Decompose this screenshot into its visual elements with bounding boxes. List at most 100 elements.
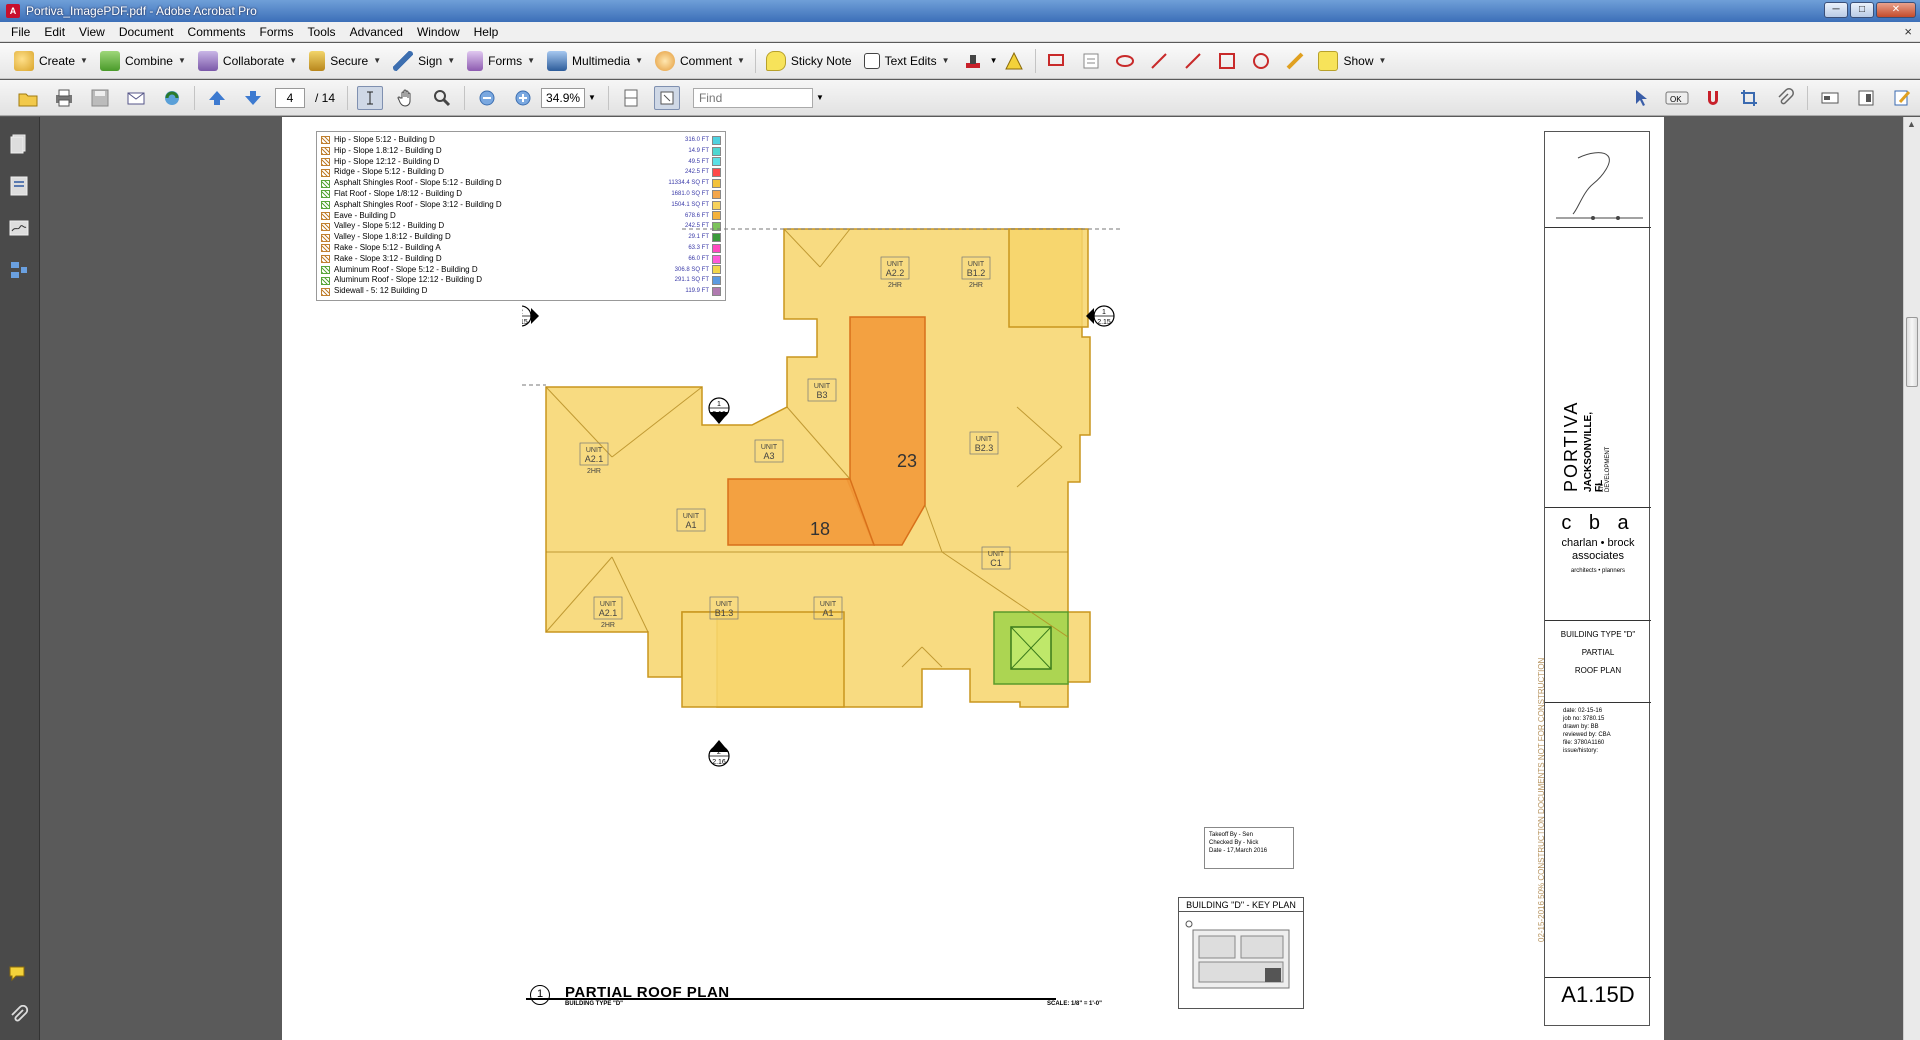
chevron-down-icon[interactable]: ▼: [990, 56, 998, 65]
legend-row: Hip - Slope 1.8:12 - Building D 14.9 FT: [321, 146, 721, 157]
measurement-icon: [321, 255, 330, 264]
menu-tools[interactable]: Tools: [301, 22, 343, 42]
open-folder-icon[interactable]: [15, 86, 41, 110]
document-area[interactable]: Hip - Slope 5:12 - Building D 316.0 FT Hip…: [40, 117, 1920, 1040]
menu-advanced[interactable]: Advanced: [343, 22, 410, 42]
page-tools-icon[interactable]: [1853, 86, 1879, 110]
hand-icon[interactable]: [393, 86, 419, 110]
select-arrow-icon[interactable]: [1628, 86, 1654, 110]
close-button[interactable]: ✕: [1876, 2, 1916, 18]
signatures-icon[interactable]: [8, 217, 30, 239]
sticky-note-button[interactable]: Sticky Note: [760, 47, 858, 75]
collaborate-button[interactable]: Collaborate ▼: [192, 47, 303, 75]
zoom-out-icon[interactable]: [474, 86, 500, 110]
multimedia-button[interactable]: Multimedia ▼: [541, 47, 649, 75]
select-text-icon[interactable]: [357, 85, 384, 110]
find-input[interactable]: Find: [692, 87, 813, 108]
rectangle-icon[interactable]: [1216, 50, 1238, 72]
comment-label: Comment: [679, 53, 732, 68]
magnet-icon[interactable]: [1700, 86, 1726, 110]
crop-icon[interactable]: [1736, 86, 1762, 110]
menu-file[interactable]: File: [4, 22, 37, 42]
zoom-in-icon[interactable]: [510, 86, 536, 110]
issue-history: issue/history:: [1563, 748, 1599, 754]
create-button[interactable]: Create ▼: [8, 47, 94, 75]
section-marker: 12.16: [708, 397, 730, 424]
comments-panel-icon[interactable]: [8, 963, 30, 985]
firm-tagline: architects • planners: [1570, 568, 1626, 574]
menu-view[interactable]: View: [72, 22, 112, 42]
menu-forms[interactable]: Forms: [253, 22, 301, 42]
menu-edit[interactable]: Edit: [37, 22, 72, 42]
combine-button[interactable]: Combine ▼: [94, 47, 192, 75]
page-number-input[interactable]: 4: [275, 87, 305, 108]
sticky-note-icon: [765, 50, 786, 71]
sign-button[interactable]: Sign ▼: [387, 47, 461, 75]
secure-button[interactable]: Secure ▼: [303, 47, 387, 75]
zoom-input[interactable]: 34.9%: [541, 87, 586, 108]
close-document-button[interactable]: ×: [1904, 24, 1912, 39]
oval-icon[interactable]: [1250, 50, 1272, 72]
measurement-icon: [321, 211, 330, 220]
comment-button[interactable]: Comment ▼: [649, 47, 751, 75]
section-marker-arrow: [531, 308, 539, 324]
bookmarks-icon[interactable]: [8, 175, 30, 197]
text-edits-button[interactable]: Text Edits ▼: [858, 47, 956, 75]
measurement-icon: [321, 157, 330, 166]
menu-comments[interactable]: Comments: [181, 22, 253, 42]
title-bar: A Portiva_ImagePDF.pdf - Adobe Acrobat P…: [0, 0, 1920, 22]
email-icon[interactable]: [123, 86, 149, 110]
stamp-icon[interactable]: [962, 50, 984, 72]
project-developer: LIV DEVELOPMENT: [1599, 446, 1611, 492]
form-field-icon[interactable]: [1817, 86, 1843, 110]
layers-icon[interactable]: [8, 259, 30, 281]
vertical-scrollbar[interactable]: ▲: [1903, 117, 1920, 1040]
chevron-down-icon: ▼: [289, 56, 298, 65]
attachments-icon[interactable]: [8, 1005, 30, 1027]
print-icon[interactable]: [51, 86, 77, 110]
text-callout-icon[interactable]: [1003, 50, 1025, 72]
cloud-icon[interactable]: [1114, 50, 1136, 72]
legend-value: 316.0 FT: [684, 137, 709, 143]
measurement-icon: [321, 147, 330, 156]
arrow-icon[interactable]: [1148, 50, 1170, 72]
zoom-dropdown-icon[interactable]: ▼: [588, 93, 596, 102]
show-button[interactable]: Show ▼: [1312, 47, 1392, 75]
menu-help[interactable]: Help: [467, 22, 506, 42]
measurement-icon: [321, 190, 330, 199]
share-icon[interactable]: [159, 86, 185, 110]
north-arrow-icon: [1556, 152, 1643, 220]
unit-id: B2.3: [975, 443, 994, 453]
menu-window[interactable]: Window: [410, 22, 467, 42]
edit-document-icon[interactable]: [1889, 86, 1915, 110]
maximize-button[interactable]: □: [1850, 2, 1874, 18]
file-name: file: 3780A1160: [1563, 740, 1605, 746]
attach-icon[interactable]: [1772, 86, 1798, 110]
menu-document[interactable]: Document: [112, 22, 181, 42]
find-dropdown-icon[interactable]: ▼: [816, 93, 824, 102]
next-page-icon[interactable]: [240, 86, 266, 110]
text-box-icon[interactable]: [1080, 50, 1102, 72]
pdf-page[interactable]: Hip - Slope 5:12 - Building D 316.0 FT Hip…: [282, 117, 1664, 1040]
combine-label: Combine: [124, 53, 173, 68]
marquee-zoom-icon[interactable]: [429, 86, 455, 110]
forms-button[interactable]: Forms ▼: [461, 47, 541, 75]
pencil-icon[interactable]: [1284, 50, 1306, 72]
highlight-icon[interactable]: [1046, 50, 1068, 72]
scrollbar-thumb[interactable]: [1906, 317, 1918, 387]
save-icon[interactable]: [87, 86, 113, 110]
unit-name: UNIT: [716, 601, 733, 608]
scrolling-mode-icon[interactable]: [618, 86, 644, 110]
minimize-button[interactable]: ─: [1824, 2, 1848, 18]
previous-page-icon[interactable]: [204, 86, 230, 110]
ok-button-icon[interactable]: OK: [1664, 86, 1690, 110]
line-icon[interactable]: [1182, 50, 1204, 72]
fit-page-icon[interactable]: [653, 85, 680, 110]
takeoff-note: Takeoff By - Sen Checked By - Nick Date …: [1204, 827, 1294, 869]
section-marker-number: 1: [717, 401, 721, 408]
drawing-title-line-3: ROOF PLAN: [1574, 666, 1622, 675]
pages-icon[interactable]: [8, 133, 30, 155]
legend-label: Asphalt Shingles Roof - Slope 5:12 - Bui…: [334, 178, 502, 188]
scroll-up-icon[interactable]: ▲: [1907, 119, 1916, 129]
pen-icon: [393, 50, 414, 71]
